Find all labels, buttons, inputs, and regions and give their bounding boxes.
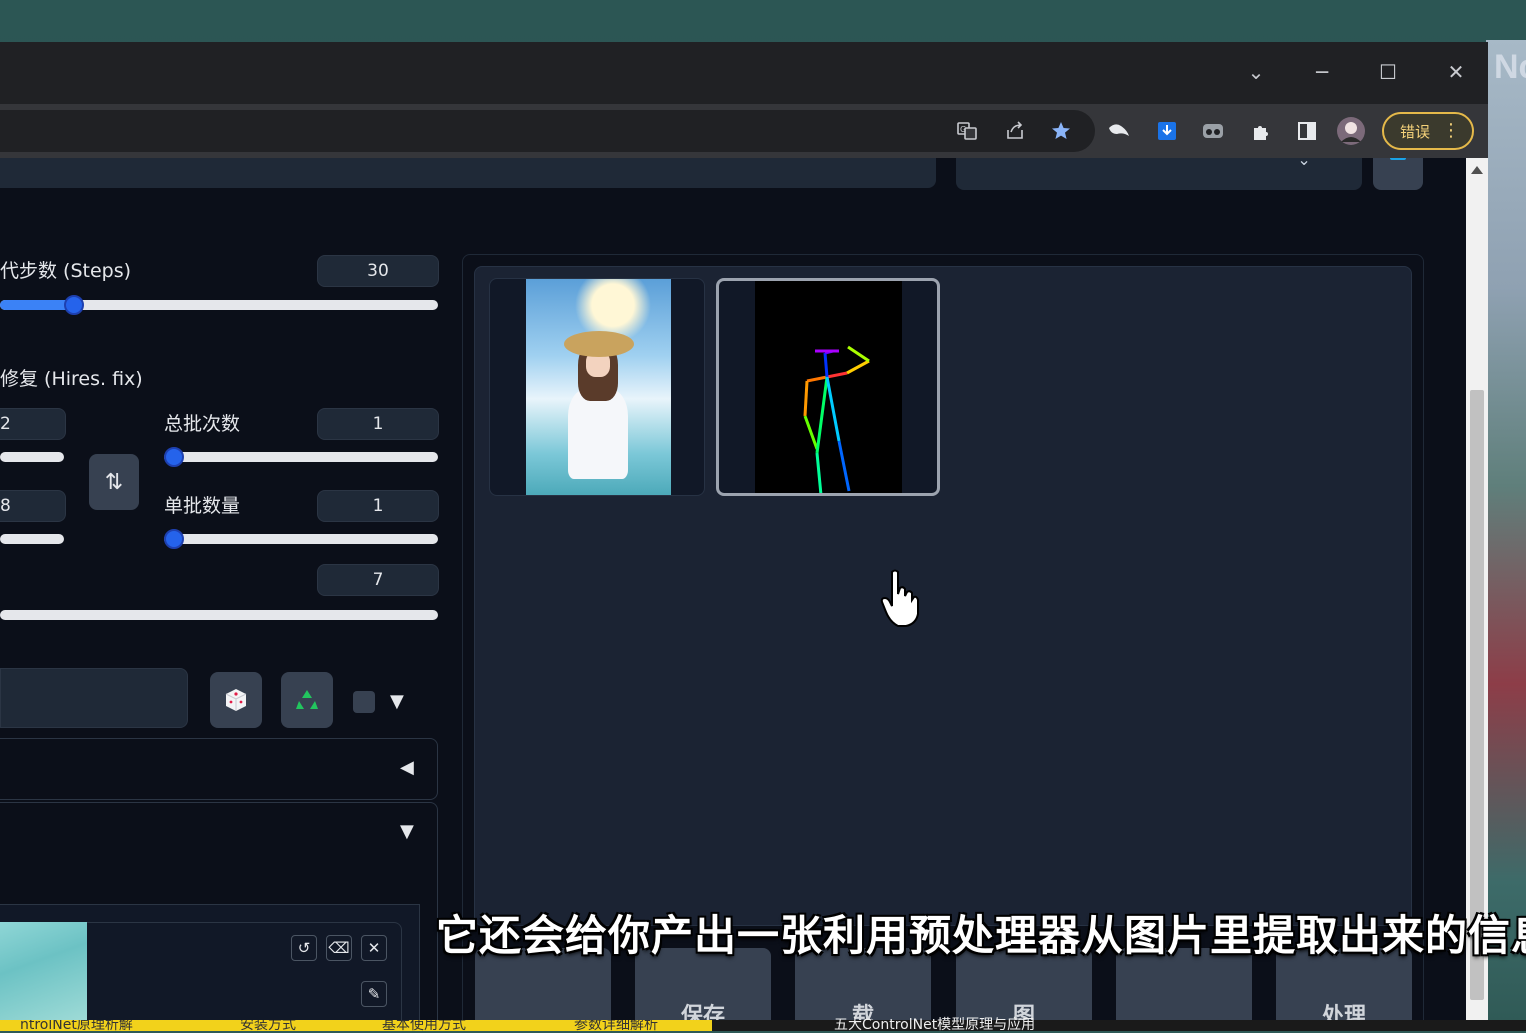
brush-icon[interactable]: ✎ xyxy=(361,981,387,1007)
extra-seed-checkbox[interactable] xyxy=(353,691,375,713)
generated-anime-image xyxy=(526,279,671,495)
video-chapter-bar: ntrolNet原理析解 安装方式 基本使用方式 参数详细解析 五大Contro… xyxy=(0,1018,1526,1032)
minimize-button[interactable]: ─ xyxy=(1302,52,1342,92)
width-slider[interactable] xyxy=(0,452,64,462)
browser-toolbar: G 错误 ⋮ xyxy=(0,104,1488,158)
clear-x-icon[interactable]: ⌃⌄ xyxy=(1284,158,1311,169)
error-status-pill[interactable]: 错误 ⋮ xyxy=(1382,112,1474,150)
recycle-icon xyxy=(296,690,318,709)
svg-text:G: G xyxy=(960,125,966,134)
expand-down-icon[interactable]: ▼ xyxy=(400,821,414,842)
batch-size-label: 单批数量 xyxy=(164,495,241,517)
menu-dots-icon[interactable]: ⋮ xyxy=(1442,120,1460,141)
extension-wave-icon[interactable] xyxy=(1104,116,1134,146)
translate-icon[interactable]: G xyxy=(952,116,982,146)
generation-settings-panel: 代步数 (Steps) 30 修复 (Hires. fix) 2 8 ⇅ 总批次… xyxy=(0,158,440,1020)
batch-size-slider[interactable] xyxy=(164,534,438,544)
collapsed-accordion[interactable]: ◀ xyxy=(0,738,438,800)
batch-size-thumb[interactable] xyxy=(164,529,184,549)
figure-hat xyxy=(564,331,634,357)
undo-icon[interactable]: ↺ xyxy=(291,935,317,961)
anime-figure xyxy=(556,319,636,479)
steps-slider-thumb[interactable] xyxy=(64,295,84,315)
chapter-1[interactable]: ntrolNet原理析解 xyxy=(20,1020,133,1031)
profile-avatar-icon[interactable] xyxy=(1336,116,1366,146)
web-page: ⌃⌄ 代步数 (Steps) 30 修复 (Hires. fix) 2 8 ⇅ … xyxy=(0,158,1466,1020)
close-button[interactable]: ✕ xyxy=(1436,52,1476,92)
random-seed-button[interactable] xyxy=(210,672,262,728)
batch-size-input[interactable]: 1 xyxy=(317,490,439,522)
gallery-thumbnail-generated[interactable] xyxy=(489,278,705,496)
cfg-scale-slider[interactable] xyxy=(0,610,438,620)
reuse-seed-button[interactable] xyxy=(281,672,333,728)
hires-fix-label: 修复 (Hires. fix) xyxy=(0,368,143,390)
chapter-2[interactable]: 安装方式 xyxy=(240,1020,296,1031)
extensions-puzzle-icon[interactable] xyxy=(1246,116,1276,146)
chapter-progress: ntrolNet原理析解 安装方式 基本使用方式 参数详细解析 xyxy=(0,1020,712,1031)
height-slider[interactable] xyxy=(0,534,64,544)
clear-image-icon[interactable]: ✕ xyxy=(361,935,387,961)
gallery-thumbnail-pose[interactable] xyxy=(716,278,940,496)
extension-mask-icon[interactable] xyxy=(1198,116,1228,146)
seed-extra-toggle-icon[interactable]: ▼ xyxy=(390,691,404,712)
dice-icon xyxy=(225,689,247,711)
chapter-3[interactable]: 基本使用方式 xyxy=(382,1020,466,1031)
batch-count-input[interactable]: 1 xyxy=(317,408,439,440)
video-subtitle: 它还会给你产出一张利用预处理器从图片里提取出来的信息图 xyxy=(436,911,1526,960)
width-input[interactable]: 2 xyxy=(0,408,66,440)
controlnet-input-image xyxy=(0,922,87,1020)
pose-skeleton-svg xyxy=(803,345,870,493)
openpose-skeleton-image xyxy=(755,281,902,493)
title-bar: ⌄ ─ ☐ ✕ xyxy=(0,42,1488,104)
collapse-left-icon[interactable]: ◀ xyxy=(400,757,414,778)
browser-window: ⌄ ─ ☐ ✕ G 错误 ⋮ ⌃⌄ 代步数 (Steps) 30 修复 (Hir… xyxy=(0,42,1488,1020)
refresh-icon xyxy=(1390,158,1406,160)
figure-dress xyxy=(568,389,628,479)
batch-count-thumb[interactable] xyxy=(164,447,184,467)
share-icon[interactable] xyxy=(1000,116,1030,146)
batch-count-label: 总批次数 xyxy=(164,413,241,435)
desktop-overlay-text: Nc xyxy=(1494,48,1526,86)
error-label: 错误 xyxy=(1400,122,1431,141)
steps-slider-fill xyxy=(0,300,74,310)
side-panel-icon[interactable] xyxy=(1292,116,1322,146)
scroll-up-arrow-icon[interactable] xyxy=(1471,166,1483,174)
eraser-icon[interactable]: ⌫ xyxy=(326,935,352,961)
refresh-button[interactable] xyxy=(1373,158,1423,190)
desktop-wallpaper-edge xyxy=(1486,40,1526,1031)
steps-label: 代步数 (Steps) xyxy=(0,260,132,282)
bookmark-star-icon[interactable] xyxy=(1046,116,1076,146)
maximize-button[interactable]: ☐ xyxy=(1368,52,1408,92)
height-input[interactable]: 8 xyxy=(0,490,66,522)
page-scrollbar[interactable] xyxy=(1466,158,1488,1020)
download-icon[interactable] xyxy=(1152,116,1182,146)
seed-input[interactable] xyxy=(0,668,188,728)
steps-input[interactable]: 30 xyxy=(317,255,439,287)
swap-dimensions-button[interactable]: ⇅ xyxy=(89,454,139,510)
chapter-4[interactable]: 参数详细解析 xyxy=(574,1020,658,1031)
address-bar[interactable] xyxy=(0,110,1095,152)
tab-search-button[interactable]: ⌄ xyxy=(1236,52,1276,92)
chapter-5[interactable]: 五大ControlNet模型原理与应用 xyxy=(834,1018,1035,1032)
batch-count-slider[interactable] xyxy=(164,452,438,462)
hand-cursor-icon xyxy=(880,569,919,627)
cfg-scale-input[interactable]: 7 xyxy=(317,564,439,596)
